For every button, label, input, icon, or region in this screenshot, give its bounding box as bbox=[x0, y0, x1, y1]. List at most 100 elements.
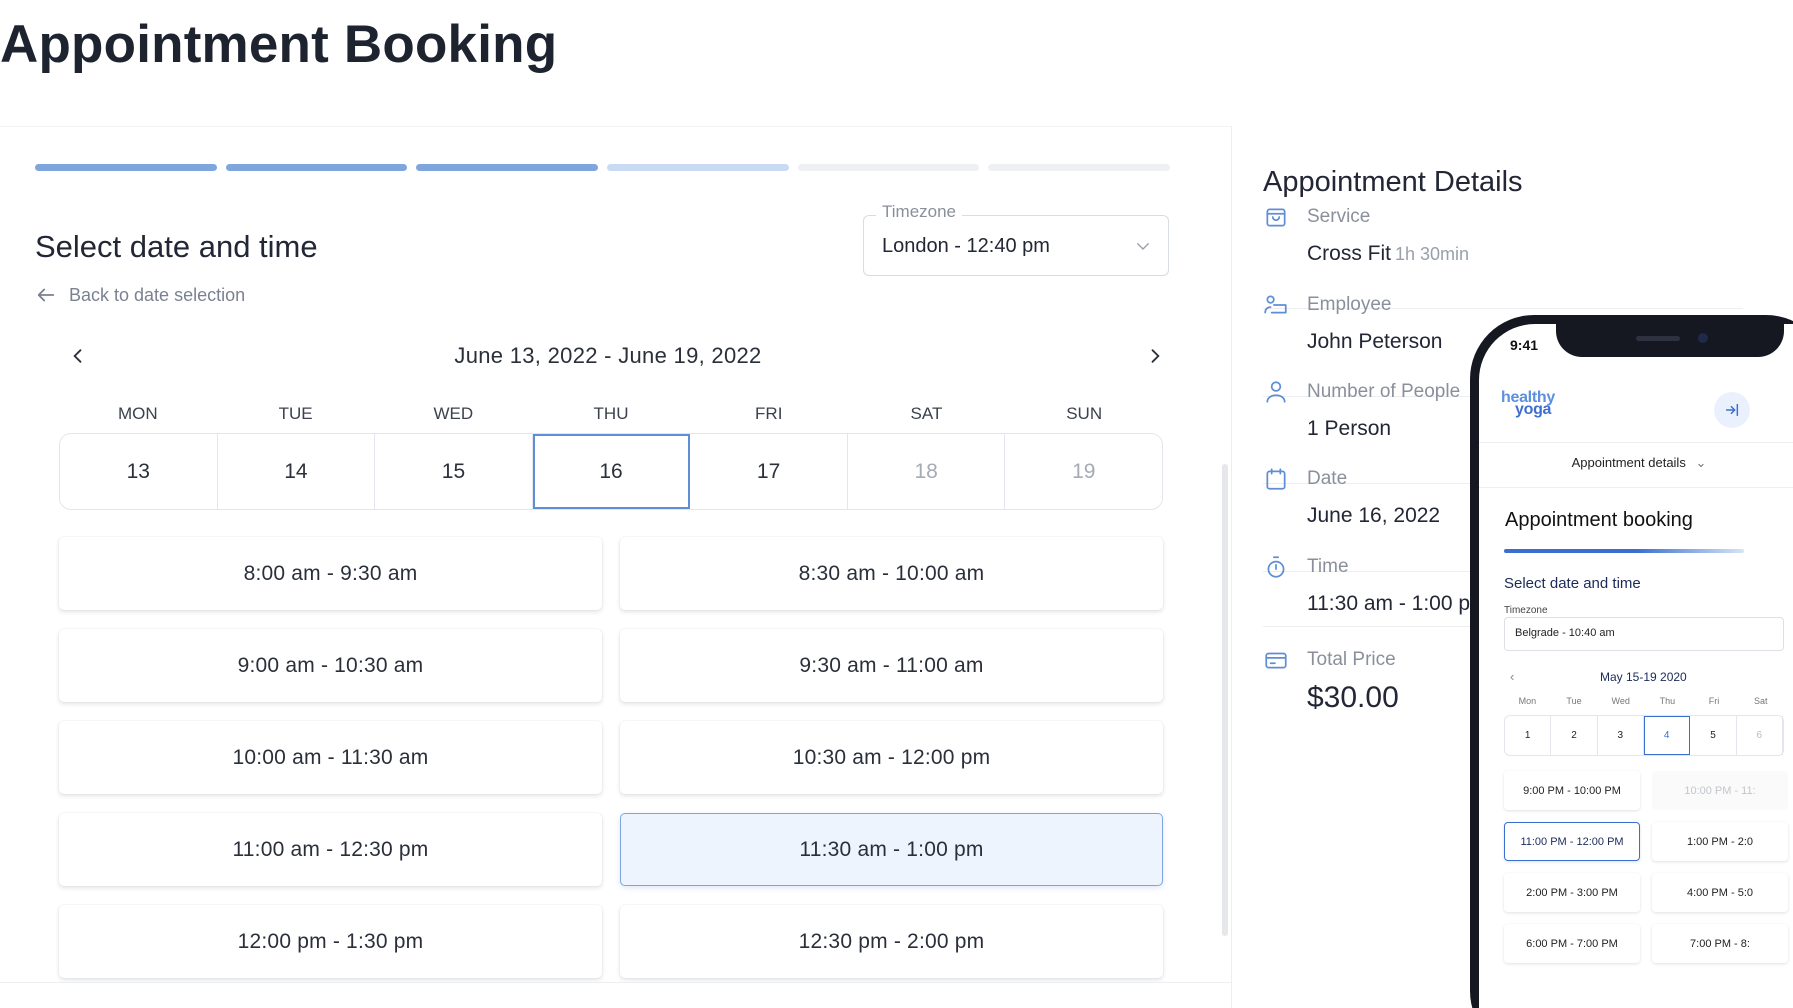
time-slot[interactable]: 9:30 am - 11:00 am bbox=[620, 629, 1163, 702]
service-value: Cross Fit 1h 30min bbox=[1307, 242, 1469, 266]
section-title: Select date and time bbox=[35, 229, 318, 264]
phone-notch bbox=[1556, 324, 1784, 357]
footer-divider bbox=[0, 982, 1232, 983]
phone-login-button[interactable] bbox=[1714, 392, 1750, 428]
time-slot[interactable]: 12:00 pm - 1:30 pm bbox=[59, 905, 602, 978]
phone-heading: Appointment booking bbox=[1505, 509, 1693, 531]
back-link-label: Back to date selection bbox=[69, 284, 246, 305]
time-slot[interactable]: 6:00 PM - 7:00 PM bbox=[1504, 924, 1640, 963]
time-slot[interactable]: 4:00 PM - 5:0 bbox=[1652, 873, 1788, 912]
day-cell[interactable]: 2 bbox=[1551, 716, 1598, 755]
weekday-header: MON bbox=[118, 404, 158, 423]
day-cell-selected[interactable]: 4 bbox=[1643, 716, 1691, 755]
time-slot[interactable]: 10:30 am - 12:00 pm bbox=[620, 721, 1163, 794]
day-cell[interactable]: 14 bbox=[218, 434, 376, 509]
weekday-header: THU bbox=[593, 404, 629, 423]
next-week-button[interactable] bbox=[1140, 341, 1170, 371]
time-slot-selected[interactable]: 11:00 PM - 12:00 PM bbox=[1504, 822, 1640, 861]
arrow-left-icon bbox=[37, 288, 55, 302]
timezone-value: London - 12:40 pm bbox=[882, 235, 1050, 257]
phone-status-time: 9:41 bbox=[1510, 337, 1539, 353]
camera-icon bbox=[1698, 333, 1708, 343]
weekday-header: SAT bbox=[910, 404, 943, 423]
time-slot[interactable]: 8:30 am - 10:00 am bbox=[620, 537, 1163, 610]
price-value: $30.00 bbox=[1307, 681, 1399, 714]
progress-step bbox=[35, 164, 217, 171]
time-slot[interactable]: 12:30 pm - 2:00 pm bbox=[620, 905, 1163, 978]
phone-week-label: May 15-19 2020 bbox=[1600, 670, 1687, 684]
service-name: Cross Fit bbox=[1307, 242, 1391, 265]
employee-label: Employee bbox=[1307, 294, 1392, 315]
time-slot[interactable]: 2:00 PM - 3:00 PM bbox=[1504, 873, 1640, 912]
booking-card: Select date and time Back to date select… bbox=[0, 126, 1232, 1008]
week-range-label: June 13, 2022 - June 19, 2022 bbox=[454, 343, 762, 368]
page-title: Appointment Booking bbox=[0, 15, 558, 74]
day-cell[interactable]: 1 bbox=[1505, 716, 1552, 755]
progress-step bbox=[988, 164, 1171, 171]
day-cell[interactable]: 13 bbox=[60, 434, 218, 509]
progress-step bbox=[607, 164, 789, 171]
weekday-header: TUE bbox=[278, 404, 313, 423]
day-cell[interactable]: 15 bbox=[375, 434, 533, 509]
phone-tz-select[interactable]: Belgrade - 10:40 am bbox=[1504, 617, 1784, 651]
phone-week-nav: ‹ May 15-19 2020 bbox=[1504, 669, 1793, 689]
timezone-label: Timezone bbox=[876, 202, 963, 222]
day-cell-disabled: 6 bbox=[1737, 716, 1783, 755]
person-icon bbox=[1266, 381, 1286, 403]
calendar-icon bbox=[1266, 468, 1286, 490]
phone-details-dropdown[interactable]: Appointment details ⌄ bbox=[1479, 455, 1793, 471]
bag-icon bbox=[1266, 208, 1286, 227]
brand-logo: healthy yoga bbox=[1501, 390, 1555, 418]
progress-step bbox=[225, 164, 408, 171]
weekday-header: Fri bbox=[1708, 696, 1720, 706]
phone-screen: 9:41 healthy yoga Appointment details ⌄ … bbox=[1479, 324, 1793, 1008]
chevron-right-icon bbox=[1151, 349, 1160, 363]
day-cell[interactable]: 17 bbox=[690, 434, 848, 509]
price-label: Total Price bbox=[1307, 649, 1396, 670]
chevron-down-icon bbox=[1137, 243, 1149, 250]
time-slot[interactable]: 1:00 PM - 2:0 bbox=[1652, 822, 1788, 861]
back-to-date-selection-link[interactable]: Back to date selection bbox=[35, 284, 245, 306]
phone-dropdown-label: Appointment details bbox=[1571, 455, 1686, 470]
service-label: Service bbox=[1307, 206, 1371, 227]
divider bbox=[1479, 487, 1793, 488]
phone-slot-grid: 9:00 PM - 10:00 PM 10:00 PM - 11: 11:00 … bbox=[1504, 771, 1793, 963]
weekday-header: Tue bbox=[1566, 696, 1582, 706]
day-cell-disabled: 18 bbox=[848, 434, 1006, 509]
time-slot[interactable]: 9:00 am - 10:30 am bbox=[59, 629, 602, 702]
time-slot[interactable]: 8:00 am - 9:30 am bbox=[59, 537, 602, 610]
weekday-header: SUN bbox=[1066, 404, 1103, 423]
employee-value: John Peterson bbox=[1307, 330, 1443, 353]
time-slot[interactable]: 9:00 PM - 10:00 PM bbox=[1504, 771, 1640, 810]
login-icon bbox=[1725, 403, 1739, 417]
day-cell-selected[interactable]: 16 bbox=[532, 434, 691, 509]
phone-progress bbox=[1504, 549, 1744, 553]
chevron-down-icon: ⌄ bbox=[1695, 455, 1707, 470]
day-picker: 13 14 15 16 17 18 19 bbox=[59, 433, 1163, 510]
employee-icon bbox=[1264, 295, 1287, 314]
phone-day-picker: 1 2 3 4 5 6 bbox=[1504, 715, 1784, 756]
progress-steps bbox=[35, 164, 1171, 172]
time-slot-selected[interactable]: 11:30 am - 1:00 pm bbox=[620, 813, 1163, 886]
time-slot[interactable]: 11:00 am - 12:30 pm bbox=[59, 813, 602, 886]
time-value: 11:30 am - 1:00 pm bbox=[1307, 592, 1488, 615]
time-slot-grid: 8:00 am - 9:30 am 8:30 am - 10:00 am 9:0… bbox=[59, 537, 1163, 978]
time-slot[interactable]: 7:00 PM - 8: bbox=[1652, 924, 1788, 963]
details-title: Appointment Details bbox=[1263, 166, 1523, 198]
day-cell-disabled: 19 bbox=[1072, 459, 1096, 483]
speaker-icon bbox=[1636, 336, 1680, 341]
scrollbar[interactable] bbox=[1222, 464, 1228, 936]
weekday-header: Thu bbox=[1659, 696, 1676, 706]
date-label: Date bbox=[1307, 468, 1348, 489]
phone-mockup: 9:41 healthy yoga Appointment details ⌄ … bbox=[1470, 315, 1793, 1008]
time-slot[interactable]: 10:00 am - 11:30 am bbox=[59, 721, 602, 794]
weekday-header: Sat bbox=[1753, 696, 1768, 706]
day-cell[interactable]: 5 bbox=[1690, 716, 1737, 755]
weekday-headers: MON TUE WED THU FRI SAT SUN bbox=[59, 404, 1163, 424]
day-cell[interactable]: 3 bbox=[1598, 716, 1644, 755]
chevron-left-icon[interactable]: ‹ bbox=[1510, 669, 1514, 684]
timezone-select[interactable]: Timezone London - 12:40 pm bbox=[863, 202, 1169, 276]
progress-step bbox=[416, 164, 599, 171]
credit-card-icon bbox=[1265, 652, 1287, 669]
time-label: Time bbox=[1307, 556, 1349, 577]
